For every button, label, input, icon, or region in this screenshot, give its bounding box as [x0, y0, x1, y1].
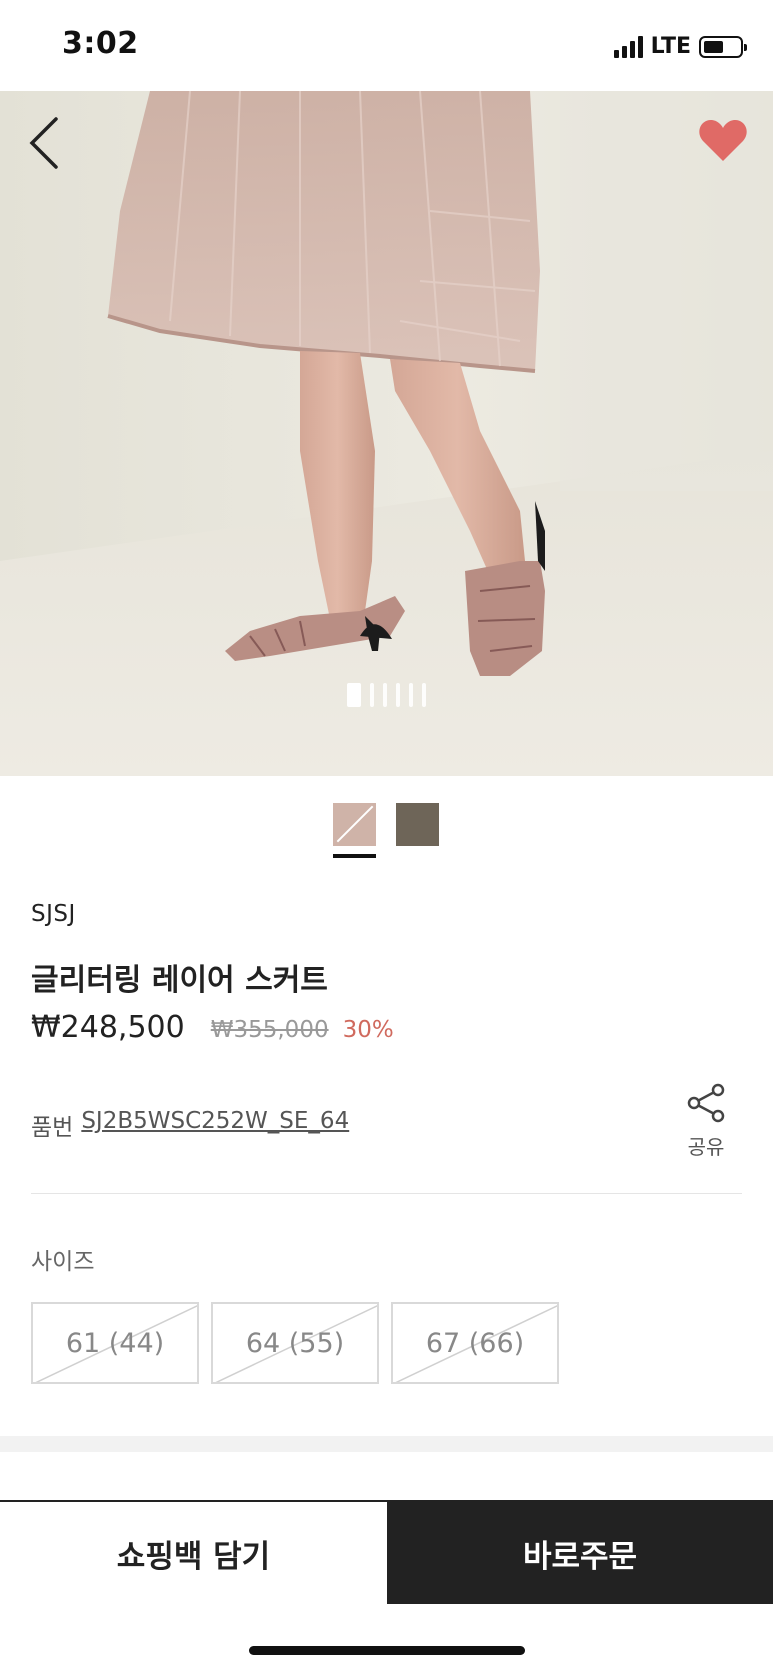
color-options [333, 803, 439, 846]
sku-row: 품번 SJ2B5WSC252W_SE_64 [31, 1108, 349, 1142]
bottom-action-bar: 쇼핑백 담기 바로주문 [0, 1500, 773, 1604]
pager-dot [370, 683, 374, 707]
back-button[interactable] [22, 113, 72, 169]
size-option-61[interactable]: 61 (44) [31, 1302, 199, 1384]
pager-dot [383, 683, 387, 707]
section-divider [0, 1436, 773, 1452]
chevron-left-icon [29, 117, 58, 169]
discount-rate: 30% [342, 1017, 394, 1043]
pager-dot [347, 683, 361, 707]
sale-price: ₩248,500 [31, 1010, 185, 1045]
size-options: 61 (44) 64 (55) 67 (66) [31, 1302, 559, 1384]
price-row: ₩248,500 ₩355,000 30% [31, 1010, 394, 1045]
size-label: 사이즈 [31, 1249, 95, 1275]
color-swatch-brown[interactable] [396, 803, 439, 846]
add-to-bag-button[interactable]: 쇼핑백 담기 [0, 1502, 387, 1604]
home-indicator[interactable] [249, 1646, 525, 1655]
pager-dot [422, 683, 426, 707]
pager-dot [396, 683, 400, 707]
battery-icon [699, 35, 747, 58]
buy-now-button[interactable]: 바로주문 [387, 1502, 773, 1604]
network-type: LTE [650, 34, 691, 59]
image-pager [0, 683, 773, 707]
share-button[interactable]: 공유 [684, 1083, 728, 1160]
size-option-label: 67 (66) [425, 1327, 525, 1359]
size-option-label: 64 (55) [245, 1327, 345, 1359]
pager-dot [409, 683, 413, 707]
brand-name[interactable]: SJSJ [31, 901, 76, 927]
original-price: ₩355,000 [210, 1017, 329, 1043]
divider [31, 1193, 742, 1194]
signal-icon [613, 35, 643, 58]
battery-level [704, 40, 723, 53]
status-bar: 3:02 LTE [0, 0, 773, 91]
favorite-button[interactable] [697, 117, 749, 165]
size-option-67[interactable]: 67 (66) [391, 1302, 559, 1384]
product-photo [0, 91, 773, 776]
sku-label: 품번 [31, 1115, 74, 1141]
size-option-label: 61 (44) [65, 1327, 165, 1359]
share-icon [687, 1083, 725, 1123]
share-label: 공유 [687, 1135, 725, 1159]
selected-color-indicator [333, 854, 376, 858]
status-indicators: LTE [613, 34, 747, 59]
product-title: 글리터링 레이어 스커트 [31, 963, 328, 998]
size-option-64[interactable]: 64 (55) [211, 1302, 379, 1384]
color-swatch-pink[interactable] [333, 803, 376, 846]
status-time: 3:02 [62, 26, 139, 61]
product-image-carousel[interactable] [0, 91, 773, 776]
heart-icon [699, 119, 747, 161]
sku-code[interactable]: SJ2B5WSC252W_SE_64 [81, 1108, 349, 1142]
